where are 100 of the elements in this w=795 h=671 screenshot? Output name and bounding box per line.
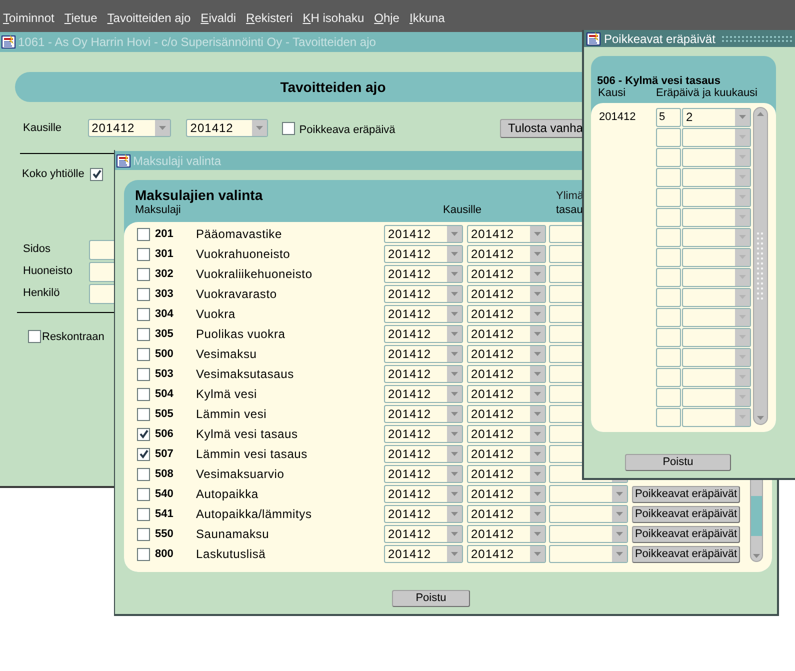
checkbox[interactable] (282, 122, 296, 134)
scrollbar[interactable] (753, 107, 768, 425)
dropdown[interactable] (682, 368, 751, 386)
menu-item[interactable]: Ohje (374, 8, 400, 26)
input-field[interactable] (656, 268, 681, 286)
dropdown[interactable]: 201412 (467, 245, 546, 263)
input-field[interactable] (656, 168, 681, 186)
scrollbar-thumb[interactable] (751, 496, 762, 536)
input-field[interactable] (656, 208, 681, 226)
checkbox[interactable] (137, 388, 150, 400)
dropdown[interactable]: 2 (682, 108, 751, 126)
dropdown[interactable]: 201412 (384, 385, 463, 403)
dropdown[interactable]: 201412 (467, 405, 546, 423)
checkbox[interactable] (137, 528, 150, 540)
menu-item[interactable]: Tietue (64, 8, 98, 26)
input-field[interactable] (656, 148, 681, 166)
dropdown[interactable]: 201412 (384, 525, 463, 543)
menu-item[interactable]: Rekisteri (246, 8, 293, 26)
dropdown[interactable]: 201412 (467, 465, 546, 483)
input-field[interactable] (656, 188, 681, 206)
dropdown[interactable]: 201412 (467, 445, 546, 463)
dropdown[interactable]: 201412 (467, 545, 546, 563)
dropdown[interactable]: 201412 (88, 119, 171, 137)
dropdown[interactable]: 201412 (384, 405, 463, 423)
input-field[interactable]: 5 (656, 108, 681, 126)
menu-item[interactable]: Ikkuna (409, 8, 445, 26)
checkbox[interactable] (137, 508, 150, 520)
input-field[interactable] (656, 368, 681, 386)
dropdown[interactable] (549, 485, 628, 503)
input-field[interactable] (656, 308, 681, 326)
dropdown[interactable]: 201412 (384, 485, 463, 503)
checkbox[interactable] (137, 268, 150, 280)
dropdown[interactable] (682, 288, 751, 306)
dropdown[interactable] (682, 168, 751, 186)
dropdown[interactable]: 201412 (467, 265, 546, 283)
dropdown[interactable]: 201412 (467, 225, 546, 243)
checkbox[interactable] (90, 168, 103, 181)
dropdown[interactable] (682, 128, 751, 146)
checkbox[interactable] (137, 428, 150, 440)
dropdown[interactable] (682, 268, 751, 286)
dropdown[interactable]: 201412 (467, 365, 546, 383)
dropdown[interactable] (682, 148, 751, 166)
dropdown[interactable] (682, 328, 751, 346)
dropdown[interactable]: 201412 (384, 245, 463, 263)
dropdown[interactable]: 201412 (384, 285, 463, 303)
dropdown[interactable]: 201412 (467, 385, 546, 403)
checkbox[interactable] (137, 488, 150, 500)
dropdown[interactable]: 201412 (467, 325, 546, 343)
checkbox[interactable] (137, 328, 150, 340)
input-field[interactable] (656, 388, 681, 406)
dropdown[interactable] (682, 388, 751, 406)
dropdown[interactable]: 201412 (384, 505, 463, 523)
menu-item[interactable]: Tavoitteiden ajo (107, 8, 191, 26)
dropdown[interactable]: 201412 (467, 305, 546, 323)
button[interactable]: Poikkeavat eräpäivät (632, 546, 740, 562)
dropdown[interactable] (682, 188, 751, 206)
dropdown[interactable] (549, 505, 628, 523)
dropdown[interactable]: 201412 (384, 445, 463, 463)
checkbox[interactable] (137, 448, 150, 460)
checkbox[interactable] (137, 468, 150, 480)
dropdown[interactable]: 201412 (467, 285, 546, 303)
checkbox[interactable] (137, 288, 150, 300)
dropdown[interactable]: 201412 (467, 505, 546, 523)
button[interactable]: Poistu (392, 590, 470, 607)
checkbox[interactable] (137, 308, 150, 320)
button[interactable]: Poikkeavat eräpäivät (632, 526, 740, 542)
dropdown[interactable] (682, 308, 751, 326)
dropdown[interactable]: 201412 (384, 365, 463, 383)
checkbox[interactable] (137, 408, 150, 420)
checkbox[interactable] (137, 248, 150, 260)
input-field[interactable] (656, 248, 681, 266)
dropdown[interactable]: 201412 (467, 525, 546, 543)
button[interactable]: Poistu (625, 454, 731, 471)
input-field[interactable] (656, 328, 681, 346)
dropdown[interactable]: 201412 (384, 305, 463, 323)
input-field[interactable] (656, 348, 681, 366)
dropdown[interactable]: 201412 (384, 345, 463, 363)
dropdown[interactable] (549, 525, 628, 543)
dropdown[interactable] (682, 228, 751, 246)
menu-item[interactable]: Toiminnot (3, 8, 54, 26)
dropdown[interactable]: 201412 (384, 545, 463, 563)
dropdown[interactable]: 201412 (186, 119, 268, 137)
input-field[interactable] (656, 288, 681, 306)
button[interactable]: Poikkeavat eräpäivät (632, 506, 740, 522)
checkbox[interactable] (137, 228, 150, 240)
menu-item[interactable]: KH isohaku (302, 8, 364, 26)
dropdown[interactable] (549, 545, 628, 563)
dropdown[interactable] (682, 208, 751, 226)
checkbox[interactable] (137, 368, 150, 380)
dropdown[interactable]: 201412 (384, 325, 463, 343)
menu-item[interactable]: Eivaldi (200, 8, 236, 26)
dropdown[interactable]: 201412 (384, 225, 463, 243)
dropdown[interactable]: 201412 (467, 345, 546, 363)
input-field[interactable] (656, 228, 681, 246)
button[interactable]: Poikkeavat eräpäivät (632, 486, 740, 502)
dropdown[interactable]: 201412 (467, 425, 546, 443)
dropdown[interactable]: 201412 (384, 265, 463, 283)
dropdown[interactable]: 201412 (384, 425, 463, 443)
input-field[interactable] (656, 128, 681, 146)
input-field[interactable] (656, 408, 681, 426)
